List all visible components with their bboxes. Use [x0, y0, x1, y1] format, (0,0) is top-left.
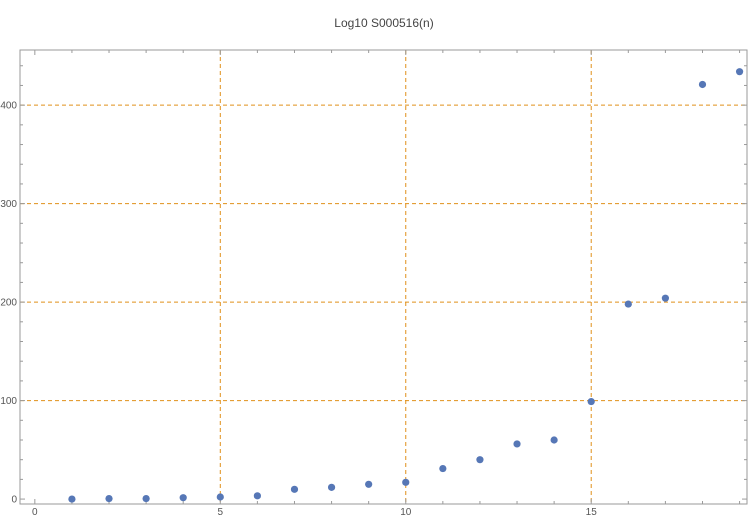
grid-lines: [20, 50, 747, 504]
scatter-chart: Log10 S000516(n) 0 5 10 15 0 100 200 300 400: [0, 16, 748, 518]
data-point: [402, 478, 410, 486]
data-point: [661, 294, 669, 302]
data-point: [179, 494, 187, 502]
data-point: [290, 485, 299, 493]
data-point: [513, 440, 521, 448]
data-point: [735, 68, 744, 76]
y-tick-label: 100: [0, 396, 17, 407]
data-point: [624, 300, 632, 308]
data-point: [253, 492, 261, 500]
data-point: [587, 397, 595, 406]
x-tick-label: 0: [32, 507, 38, 518]
y-tick-label: 200: [0, 298, 17, 309]
x-tick-label: 15: [586, 507, 598, 518]
data-point: [105, 494, 113, 503]
data-point: [439, 464, 447, 473]
data-point: [365, 480, 373, 488]
axis-ticks: 0 5 10 15 0 100 200 300 400: [0, 50, 747, 518]
y-tick-label: 0: [11, 495, 17, 506]
y-tick-label: 400: [0, 101, 17, 112]
data-point: [142, 494, 150, 503]
data-point: [68, 495, 76, 503]
x-tick-label: 5: [218, 507, 224, 518]
chart-title: Log10 S000516(n): [334, 16, 433, 30]
plot-frame: [19, 49, 748, 505]
x-tick-label: 10: [400, 507, 412, 518]
y-tick-label: 300: [0, 199, 17, 210]
data-point: [698, 80, 707, 89]
data-point: [476, 456, 484, 464]
data-point: [327, 483, 336, 491]
data-point: [550, 436, 558, 444]
data-point: [216, 493, 224, 501]
